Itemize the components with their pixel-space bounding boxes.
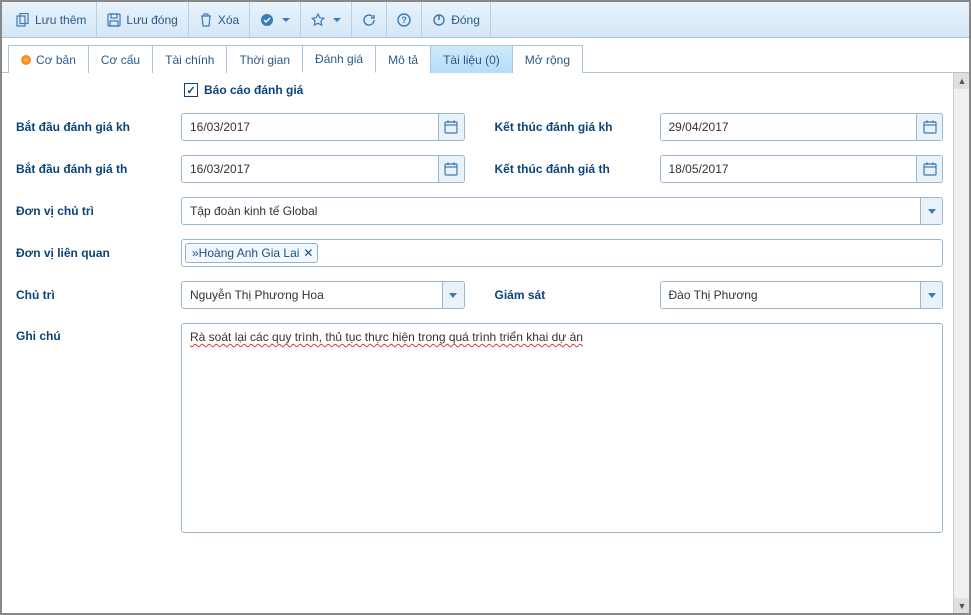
note-text: Rà soát lại các quy trình, thủ tục thực … bbox=[190, 330, 583, 344]
note-textarea[interactable]: Rà soát lại các quy trình, thủ tục thực … bbox=[181, 323, 943, 533]
dot-icon bbox=[21, 55, 31, 65]
lead-person-value: Nguyễn Thị Phương Hoa bbox=[182, 282, 442, 308]
save-close-label: Lưu đóng bbox=[126, 13, 177, 27]
tab-label: Thời gian bbox=[239, 53, 290, 67]
svg-text:?: ? bbox=[401, 15, 407, 25]
star-icon bbox=[311, 13, 325, 27]
tab-label: Tài liệu (0) bbox=[443, 53, 500, 67]
start-actual-label: Bắt đầu đánh giá th bbox=[16, 162, 181, 176]
chevron-down-icon[interactable] bbox=[442, 282, 464, 308]
copy-icon bbox=[16, 13, 30, 27]
delete-button[interactable]: Xóa bbox=[189, 2, 250, 37]
favorite-dropdown-button[interactable] bbox=[301, 2, 352, 37]
scrollbar[interactable]: ▲ ▼ bbox=[953, 73, 969, 614]
chevron-down-icon bbox=[282, 18, 290, 22]
tab-basic[interactable]: Cơ bản bbox=[8, 45, 89, 73]
report-checkbox[interactable]: ✓ bbox=[184, 83, 198, 97]
related-unit-label: Đơn vị liên quan bbox=[16, 246, 181, 260]
chevron-down-icon[interactable] bbox=[920, 198, 942, 224]
tab-label: Đánh giá bbox=[315, 52, 363, 66]
start-plan-input[interactable] bbox=[182, 114, 438, 140]
end-plan-input[interactable] bbox=[661, 114, 917, 140]
tag-remove-icon[interactable]: ✕ bbox=[303, 246, 313, 260]
chevron-down-icon[interactable] bbox=[920, 282, 942, 308]
tab-label: Mô tả bbox=[388, 53, 418, 67]
tab-extend[interactable]: Mở rộng bbox=[512, 45, 583, 73]
start-actual-input[interactable] bbox=[182, 156, 438, 182]
help-icon: ? bbox=[397, 13, 411, 27]
note-label: Ghi chú bbox=[16, 323, 181, 343]
lead-unit-label: Đơn vị chủ trì bbox=[16, 204, 181, 218]
scroll-up-icon[interactable]: ▲ bbox=[954, 73, 969, 89]
tab-structure[interactable]: Cơ cấu bbox=[88, 45, 153, 73]
tab-time[interactable]: Thời gian bbox=[226, 45, 303, 73]
refresh-button[interactable] bbox=[352, 2, 387, 37]
tab-label: Mở rộng bbox=[525, 53, 570, 67]
end-plan-label: Kết thúc đánh giá kh bbox=[495, 120, 660, 134]
help-button[interactable]: ? bbox=[387, 2, 422, 37]
trash-icon bbox=[199, 13, 213, 27]
calendar-icon[interactable] bbox=[916, 156, 942, 182]
power-icon bbox=[432, 13, 446, 27]
close-button[interactable]: Đóng bbox=[422, 2, 491, 37]
related-unit-tag: »Hoàng Anh Gia Lai ✕ bbox=[185, 243, 318, 263]
check-circle-icon bbox=[260, 13, 274, 27]
tab-label: Cơ bản bbox=[36, 53, 76, 67]
tab-finance[interactable]: Tài chính bbox=[152, 45, 227, 73]
status-dropdown-button[interactable] bbox=[250, 2, 301, 37]
supervisor-value: Đào Thị Phương bbox=[661, 282, 921, 308]
form-content: ✓ Báo cáo đánh giá Bắt đầu đánh giá kh bbox=[2, 73, 969, 614]
start-plan-label: Bắt đầu đánh giá kh bbox=[16, 120, 181, 134]
save-more-button[interactable]: Lưu thêm bbox=[6, 2, 97, 37]
save-more-label: Lưu thêm bbox=[35, 13, 86, 27]
report-checkbox-label: Báo cáo đánh giá bbox=[204, 83, 303, 97]
calendar-icon[interactable] bbox=[438, 156, 464, 182]
calendar-icon[interactable] bbox=[916, 114, 942, 140]
supervisor-select[interactable]: Đào Thị Phương bbox=[660, 281, 944, 309]
end-actual-input[interactable] bbox=[661, 156, 917, 182]
close-label: Đóng bbox=[451, 13, 480, 27]
tag-text: »Hoàng Anh Gia Lai bbox=[192, 246, 299, 260]
lead-person-label: Chủ trì bbox=[16, 288, 181, 302]
related-unit-input[interactable]: »Hoàng Anh Gia Lai ✕ bbox=[181, 239, 943, 267]
lead-unit-select[interactable]: Tập đoàn kinh tế Global bbox=[181, 197, 943, 225]
lead-unit-value: Tập đoàn kinh tế Global bbox=[182, 198, 920, 224]
save-icon bbox=[107, 13, 121, 27]
tabs: Cơ bản Cơ cấu Tài chính Thời gian Đánh g… bbox=[2, 38, 969, 73]
calendar-icon[interactable] bbox=[438, 114, 464, 140]
tab-label: Tài chính bbox=[165, 53, 214, 67]
tab-rating[interactable]: Đánh giá bbox=[302, 45, 376, 73]
supervisor-label: Giám sát bbox=[495, 288, 660, 302]
tab-describe[interactable]: Mô tả bbox=[375, 45, 431, 73]
chevron-down-icon bbox=[333, 18, 341, 22]
refresh-icon bbox=[362, 13, 376, 27]
delete-label: Xóa bbox=[218, 13, 239, 27]
scroll-down-icon[interactable]: ▼ bbox=[954, 598, 969, 614]
save-close-button[interactable]: Lưu đóng bbox=[97, 2, 188, 37]
tab-docs[interactable]: Tài liệu (0) bbox=[430, 45, 513, 73]
tab-label: Cơ cấu bbox=[101, 53, 140, 67]
lead-person-select[interactable]: Nguyễn Thị Phương Hoa bbox=[181, 281, 465, 309]
toolbar: Lưu thêm Lưu đóng Xóa bbox=[2, 2, 969, 38]
end-actual-label: Kết thúc đánh giá th bbox=[495, 162, 660, 176]
